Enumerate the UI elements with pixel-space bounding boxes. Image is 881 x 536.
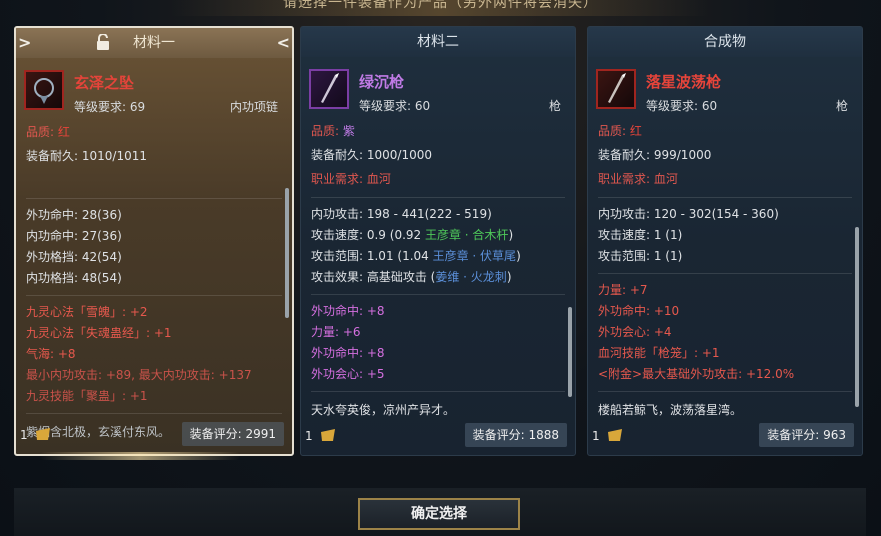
bag-count: 1 (20, 428, 28, 442)
spear-icon[interactable] (596, 69, 636, 109)
divider (311, 294, 565, 295)
panel-title: 材料二 (417, 34, 459, 50)
material-one-panel[interactable]: > 材料一 < 玄泽之坠 等级要求: 69 内功项链 品质: 红 装备耐久: 1… (14, 26, 294, 456)
attack-line: 内功攻击: 198 - 441(222 - 519) (311, 207, 492, 221)
dialog-caption: 请选择一件装备作为产品（另外两件将会消失） (283, 0, 598, 11)
item-type: 内功项链 (229, 100, 278, 114)
range-line: 攻击范围: 1.01 (1.04 王彦章 · 伏草尾) (311, 249, 521, 263)
bonus-line: 力量: +6 (311, 325, 361, 339)
durability-line: 装备耐久: 1000/1000 (311, 148, 432, 162)
panel-footer: 1 装备评分: 1888 (301, 423, 575, 455)
stat-line: 外功格挡: 42(54) (26, 250, 122, 264)
durability-line: 装备耐久: 1010/1011 (26, 149, 147, 163)
result-panel[interactable]: 合成物 落星波荡枪 等级要求: 60 枪 品质: 红 装备耐久: 999/100… (587, 26, 863, 456)
speed-line: 攻击速度: 1 (1) (598, 228, 683, 242)
quality-line: 品质: 红 (26, 125, 70, 139)
quality-line: 品质: 紫 (311, 124, 355, 138)
scrollbar[interactable] (568, 307, 572, 397)
material-two-panel[interactable]: 材料二 绿沉枪 等级要求: 60 枪 品质: 紫 装备耐久: 1000/1000… (300, 26, 576, 456)
confirm-select-button[interactable]: 确定选择 (358, 498, 520, 530)
material-one-header: > 材料一 < (16, 28, 292, 58)
divider (598, 391, 852, 392)
item-row: 玄泽之坠 等级要求: 69 内功项链 (16, 62, 292, 120)
stat-line: 外功命中: 28(36) (26, 208, 122, 222)
level-requirement: 等级要求: 60 (646, 99, 718, 113)
bag-icon (321, 429, 335, 441)
divider (26, 295, 282, 296)
scrollbar[interactable] (855, 227, 859, 407)
class-requirement: 职业需求: 血河 (598, 172, 678, 186)
panel-title: 合成物 (704, 34, 746, 50)
spear-icon[interactable] (309, 69, 349, 109)
effect-line: 攻击效果: 高基础攻击 (姜维 · 火龙刺) (311, 270, 512, 284)
equipment-score: 装备评分: 2991 (181, 422, 284, 446)
bonus-line: 最小内功攻击: +89, 最大内功攻击: +137 (26, 368, 252, 382)
panel-title: 材料一 (133, 35, 175, 51)
level-requirement: 等级要求: 60 (359, 99, 431, 113)
quality-line: 品质: 红 (598, 124, 642, 138)
material-two-header: 材料二 (301, 27, 575, 57)
bag-icon (608, 429, 622, 441)
left-bracket-icon: > (18, 33, 32, 52)
range-line: 攻击范围: 1 (1) (598, 249, 683, 263)
item-type: 枪 (835, 99, 848, 113)
bonus-line: 外功命中: +10 (598, 304, 680, 318)
flavor-text: 天水夸英俊，凉州产异才。 (311, 403, 456, 417)
speed-line: 攻击速度: 0.9 (0.92 王彦章 · 合木杆) (311, 228, 514, 242)
divider (26, 198, 282, 199)
bonus-line: 九灵技能「聚蛊」: +1 (26, 389, 148, 403)
divider (311, 391, 565, 392)
bonus-line: 外功会心: +5 (311, 367, 385, 381)
item-row: 绿沉枪 等级要求: 60 枪 (301, 61, 575, 119)
necklace-icon[interactable] (24, 70, 64, 110)
item-name: 绿沉枪 (359, 73, 405, 91)
item-row: 落星波荡枪 等级要求: 60 枪 (588, 61, 862, 119)
bonus-line: 九灵心法「失魂蛊经」: +1 (26, 326, 172, 340)
divider (26, 413, 282, 414)
item-type: 枪 (548, 99, 561, 113)
panel-footer: 1 装备评分: 963 (588, 423, 862, 455)
item-name: 落星波荡枪 (646, 73, 722, 91)
item-name: 玄泽之坠 (74, 74, 135, 92)
bonus-line: 气海: +8 (26, 347, 76, 361)
sparkle-effect (40, 452, 240, 460)
bonus-line: 外功命中: +8 (311, 346, 385, 360)
divider (311, 197, 565, 198)
bonus-line: 力量: +7 (598, 283, 648, 297)
attack-line: 内功攻击: 120 - 302(154 - 360) (598, 207, 779, 221)
panel-footer: 1 装备评分: 2991 (16, 422, 292, 454)
stat-line: 内功命中: 27(36) (26, 229, 122, 243)
bag-count: 1 (592, 429, 600, 443)
durability-line: 装备耐久: 999/1000 (598, 148, 712, 162)
flavor-text: 楼船若鲸飞，波荡落星湾。 (598, 403, 743, 417)
equipment-score: 装备评分: 1888 (464, 423, 567, 447)
result-header: 合成物 (588, 27, 862, 57)
right-bracket-icon: < (276, 33, 290, 52)
scrollbar[interactable] (285, 188, 289, 318)
bonus-line: 血河技能「枪笼」: +1 (598, 346, 720, 360)
bonus-line: 外功会心: +4 (598, 325, 672, 339)
bonus-line: 外功命中: +8 (311, 304, 385, 318)
bag-icon (36, 428, 50, 440)
bonus-line: 九灵心法「雪魄」: +2 (26, 305, 148, 319)
stat-line: 内功格挡: 48(54) (26, 271, 122, 285)
level-requirement: 等级要求: 69 (74, 100, 146, 114)
bag-count: 1 (305, 429, 313, 443)
equipment-score: 装备评分: 963 (759, 423, 854, 447)
divider (598, 197, 852, 198)
unlock-icon[interactable] (96, 34, 110, 50)
divider (598, 273, 852, 274)
bonus-line: <附金>最大基础外功攻击: +12.0% (598, 367, 795, 381)
class-requirement: 职业需求: 血河 (311, 172, 391, 186)
